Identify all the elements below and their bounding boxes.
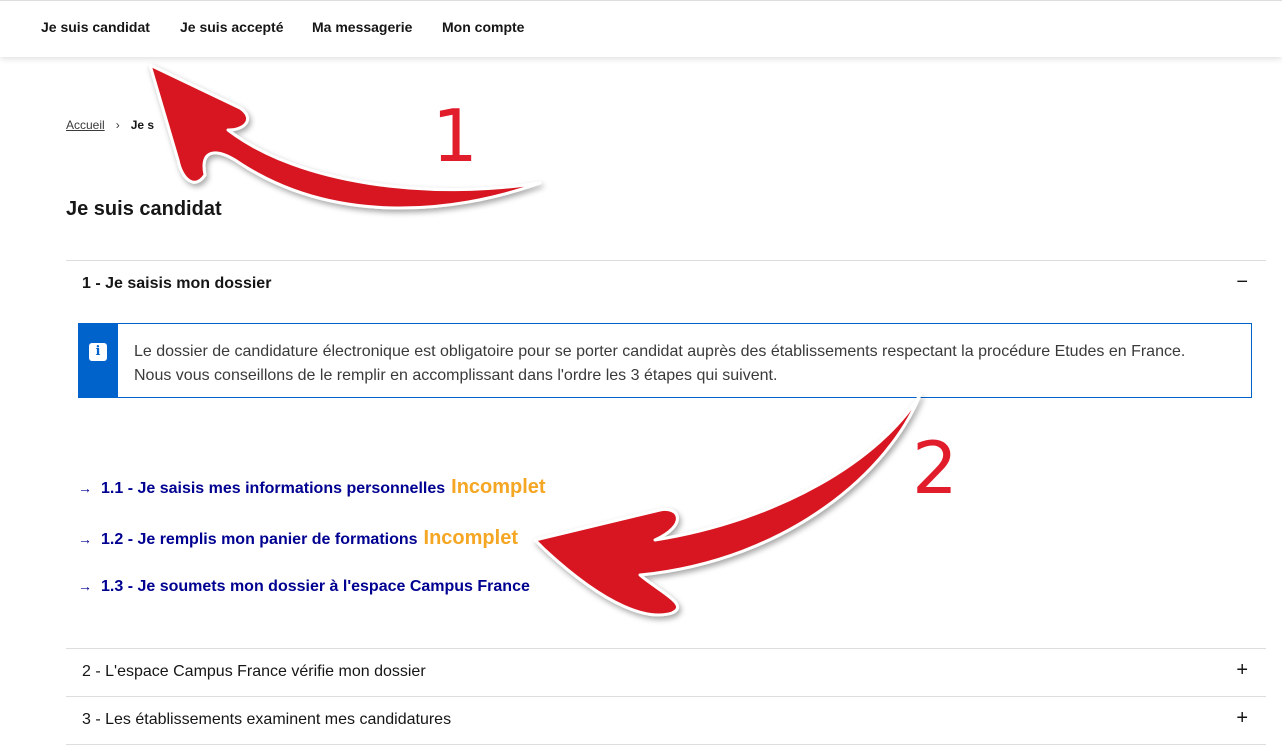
accordion-label: 3 - Les établissements examinent mes can… [82,711,452,728]
step-label[interactable]: 1.3 - Je soumets mon dossier à l'espace … [101,578,530,596]
step-link-1-3[interactable]: → 1.3 - Je soumets mon dossier à l'espac… [78,578,530,596]
annotation-arrow-1-icon [148,63,542,210]
accordion-header-section-2[interactable]: 2 - L'espace Campus France vérifie mon d… [66,649,1266,695]
callout-text: Le dossier de candidature électronique e… [134,343,1186,384]
annotation-arrow-2-icon [533,393,922,617]
step-label[interactable]: 1.1 - Je saisis mes informations personn… [101,480,445,498]
plus-icon[interactable]: + [1236,659,1248,682]
chevron-right-icon: › [115,118,120,132]
breadcrumb-current: Je s [130,118,155,132]
accordion-label: 2 - L'espace Campus France vérifie mon d… [82,663,426,680]
step-link-1-2[interactable]: → 1.2 - Je remplis mon panier de formati… [78,527,518,550]
step-label[interactable]: 1.2 - Je remplis mon panier de formation… [101,531,418,549]
breadcrumb: Accueil › Je s [66,118,154,132]
info-icon: i [89,343,107,361]
top-navigation: Je suis candidat Je suis accepté Ma mess… [0,0,1282,57]
status-badge: Incomplet [423,527,518,549]
accordion-header-section-1[interactable]: 1 - Je saisis mon dossier − [66,261,1266,307]
nav-ma-messagerie[interactable]: Ma messagerie [312,19,412,35]
status-badge: Incomplet [451,476,546,498]
nav-je-suis-candidat[interactable]: Je suis candidat [41,19,150,35]
arrow-right-icon: → [78,531,92,547]
annotation-number-2: 2 [912,426,958,510]
minus-icon[interactable]: − [1236,271,1248,294]
accordion-label: 1 - Je saisis mon dossier [82,275,272,292]
arrow-right-icon: → [78,480,92,496]
annotation-number-1: 1 [432,94,478,178]
page-title: Je suis candidat [66,198,222,220]
breadcrumb-home-link[interactable]: Accueil [66,118,105,132]
callout-bar: i [79,324,118,397]
info-callout: i Le dossier de candidature électronique… [78,323,1252,398]
nav-mon-compte[interactable]: Mon compte [442,19,524,35]
nav-je-suis-accepte[interactable]: Je suis accepté [180,19,284,35]
arrow-right-icon: → [78,578,92,594]
step-link-1-1[interactable]: → 1.1 - Je saisis mes informations perso… [78,476,546,499]
plus-icon[interactable]: + [1236,707,1248,730]
accordion-header-section-3[interactable]: 3 - Les établissements examinent mes can… [66,697,1266,743]
